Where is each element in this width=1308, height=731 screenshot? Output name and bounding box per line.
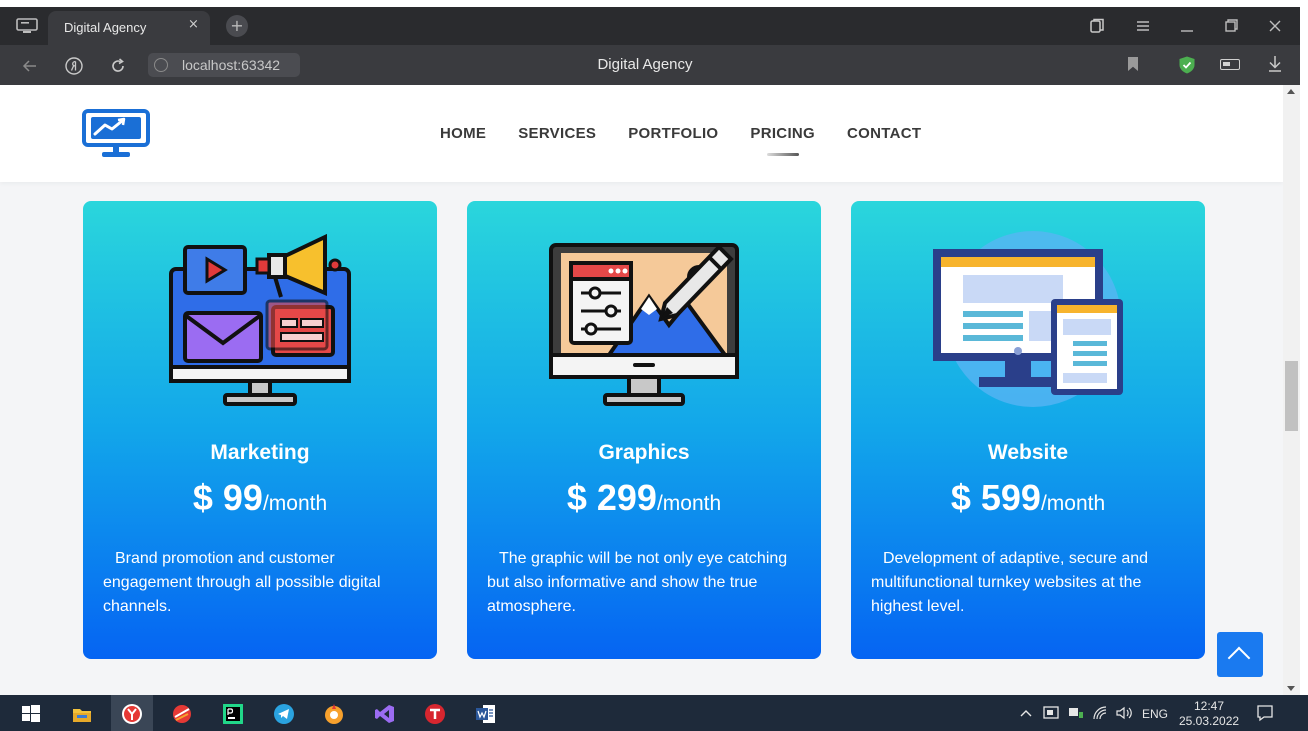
card-title: Website bbox=[987, 441, 1069, 464]
price-period: /month bbox=[1040, 492, 1106, 515]
battery-saver-icon[interactable] bbox=[1220, 59, 1240, 70]
site-info-icon[interactable] bbox=[154, 58, 168, 72]
pricing-card-graphics[interactable]: Graphics $ 299/month The graphic will be… bbox=[467, 201, 821, 659]
tab-manager-icon[interactable] bbox=[1088, 17, 1106, 35]
nav-services[interactable]: SERVICES bbox=[502, 125, 612, 155]
back-icon[interactable] bbox=[20, 56, 40, 76]
new-tab-button[interactable]: + bbox=[226, 15, 248, 37]
card-price: $ 299/month bbox=[467, 477, 821, 519]
tray-chevron-up-icon[interactable] bbox=[1020, 708, 1032, 718]
price-period: /month bbox=[656, 492, 722, 515]
nav-home[interactable]: HOME bbox=[424, 125, 502, 155]
clock-time[interactable]: 12:47 bbox=[1194, 699, 1224, 713]
website-devices-icon bbox=[933, 231, 1123, 407]
ccleaner-icon[interactable] bbox=[171, 703, 193, 725]
nav-pricing[interactable]: PRICING bbox=[734, 125, 831, 156]
site-header: HOME SERVICES PORTFOLIO PRICING CONTACT bbox=[0, 85, 1283, 182]
scrollbar-thumb[interactable] bbox=[1285, 361, 1298, 431]
visual-studio-icon[interactable] bbox=[374, 703, 396, 725]
card-title: Marketing bbox=[210, 441, 310, 464]
nav-contact[interactable]: CONTACT bbox=[831, 125, 937, 155]
file-explorer-icon[interactable] bbox=[71, 703, 93, 725]
nav-portfolio[interactable]: PORTFOLIO bbox=[612, 125, 734, 155]
address-field[interactable]: localhost:63342 bbox=[148, 53, 300, 77]
card-description: Development of adaptive, secure and mult… bbox=[871, 550, 1149, 615]
bookmark-icon[interactable] bbox=[1128, 57, 1138, 71]
menu-icon[interactable] bbox=[1134, 17, 1152, 35]
language-indicator[interactable]: ENG bbox=[1142, 707, 1168, 721]
browser-window-icon[interactable] bbox=[16, 18, 38, 34]
close-window-icon[interactable] bbox=[1266, 17, 1284, 35]
protect-shield-icon[interactable] bbox=[1177, 55, 1197, 75]
scroll-down-arrow-icon[interactable] bbox=[1287, 686, 1295, 691]
notifications-icon[interactable] bbox=[1256, 704, 1274, 722]
word-icon[interactable] bbox=[475, 703, 497, 725]
yandex-browser-icon[interactable] bbox=[121, 703, 143, 725]
chevron-up-icon bbox=[1227, 646, 1251, 670]
tray-device-icon[interactable] bbox=[1068, 706, 1084, 720]
tab-title: Digital Agency bbox=[64, 20, 147, 35]
minimize-icon[interactable] bbox=[1178, 17, 1196, 35]
card-price: $ 99/month bbox=[83, 477, 437, 519]
browser-tabbar: Digital Agency × + bbox=[0, 7, 1300, 45]
volume-icon[interactable] bbox=[1115, 705, 1133, 721]
pricing-card-website[interactable]: Website $ 599/month Development of adapt… bbox=[851, 201, 1205, 659]
pycharm-icon[interactable] bbox=[222, 703, 244, 725]
windows-start-icon[interactable] bbox=[20, 703, 42, 725]
tab-close-icon[interactable]: × bbox=[188, 18, 202, 32]
tray-network-app-icon[interactable] bbox=[1043, 705, 1059, 721]
reload-icon[interactable] bbox=[108, 56, 128, 76]
screen: Digital Agency × + localhost:63342 Digit… bbox=[0, 0, 1308, 731]
pricing-card-marketing[interactable]: Marketing $ 99/month Brand promotion and… bbox=[83, 201, 437, 659]
yandex-icon[interactable] bbox=[64, 56, 84, 76]
scroll-up-arrow-icon[interactable] bbox=[1287, 89, 1295, 94]
scroll-to-top-button[interactable] bbox=[1217, 632, 1263, 677]
pricing-cards: Marketing $ 99/month Brand promotion and… bbox=[83, 201, 1207, 659]
price-period: /month bbox=[262, 492, 328, 515]
url-text: localhost:63342 bbox=[182, 57, 281, 73]
download-icon[interactable] bbox=[1266, 54, 1284, 74]
main-nav: HOME SERVICES PORTFOLIO PRICING CONTACT bbox=[424, 125, 937, 156]
trello-t-icon[interactable] bbox=[424, 703, 446, 725]
price-amount: $ 99 bbox=[192, 477, 263, 518]
price-amount: $ 299 bbox=[566, 477, 657, 518]
windows-taskbar: ENG 12:47 25.03.2022 bbox=[0, 695, 1308, 731]
browser-addressbar: localhost:63342 Digital Agency bbox=[0, 45, 1300, 85]
card-description: Brand promotion and customer engagement … bbox=[103, 550, 381, 615]
card-title: Graphics bbox=[598, 441, 690, 464]
monitor-chart-logo-icon[interactable] bbox=[82, 109, 150, 159]
page-scrollbar[interactable] bbox=[1283, 85, 1300, 695]
website-viewport: HOME SERVICES PORTFOLIO PRICING CONTACT bbox=[0, 85, 1283, 695]
clock-date[interactable]: 25.03.2022 bbox=[1179, 714, 1239, 728]
card-description: The graphic will be not only eye catchin… bbox=[487, 550, 788, 615]
page-title: Digital Agency bbox=[597, 56, 693, 73]
marketing-monitor-icon bbox=[169, 233, 351, 406]
card-price: $ 599/month bbox=[851, 477, 1205, 519]
wifi-icon[interactable] bbox=[1092, 705, 1108, 721]
restore-icon[interactable] bbox=[1222, 17, 1240, 35]
browser-tab-active[interactable]: Digital Agency × bbox=[48, 11, 210, 45]
graphics-monitor-icon bbox=[549, 243, 739, 406]
window-edge bbox=[1300, 0, 1308, 731]
aimp-player-icon[interactable] bbox=[323, 703, 345, 725]
price-amount: $ 599 bbox=[950, 477, 1041, 518]
telegram-icon[interactable] bbox=[273, 703, 295, 725]
